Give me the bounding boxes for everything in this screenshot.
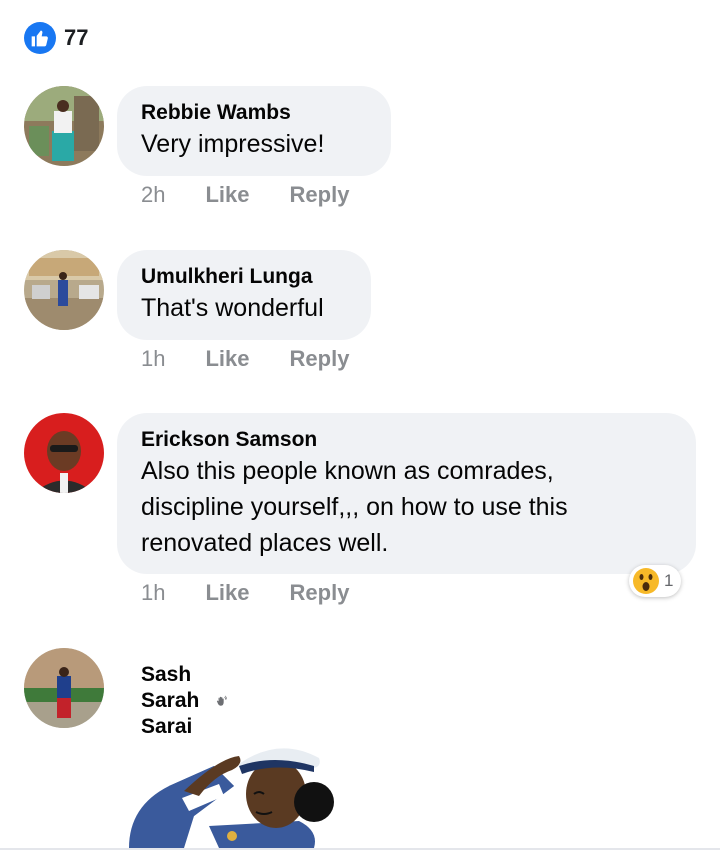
comment-bubble: Erickson Samson Also this people known a… [117,413,696,574]
avatar[interactable] [24,413,104,493]
comment-text: That's wonderful [141,294,324,322]
thumbs-up-icon [24,22,56,54]
waving-hand-icon [217,695,228,706]
comment-header: Sash Sarah Sarai [141,662,228,740]
comment-bubble: Rebbie Wambs Very impressive! [117,86,391,176]
like-button[interactable]: Like [205,346,249,372]
comment-text: Very impressive! [141,130,325,158]
reaction-summary[interactable]: 77 [24,22,88,54]
comment-time[interactable]: 1h [141,580,165,606]
saluting-sailor-sticker[interactable] [124,736,344,848]
comment-bubble: Umulkheri Lunga That's wonderful [117,250,371,340]
reply-button[interactable]: Reply [290,346,350,372]
comment-author[interactable]: Rebbie Wambs [141,100,367,126]
reaction-count: 1 [664,571,674,590]
reply-button[interactable]: Reply [290,580,350,606]
avatar[interactable] [24,648,104,728]
comment-author[interactable]: Sash Sarah Sarai [141,662,214,740]
comment-time[interactable]: 1h [141,346,165,372]
wow-emoji-icon [633,568,659,594]
comment-text-line: discipline yourself,,, on how to use thi… [141,493,568,521]
divider [0,848,720,850]
comment-author[interactable]: Umulkheri Lunga [141,264,347,290]
comment-actions: 1h Like Reply [141,346,389,372]
reaction-count: 77 [64,25,89,50]
comment-text-line: Also this people known as comrades, [141,457,554,485]
comment-author[interactable]: Erickson Samson [141,427,672,453]
like-button[interactable]: Like [205,182,249,208]
comment-time[interactable]: 2h [141,182,165,208]
comment-actions: 2h Like Reply [141,182,389,208]
reply-button[interactable]: Reply [290,182,350,208]
comment-text-line: renovated places well. [141,529,389,557]
avatar[interactable] [24,86,104,166]
reaction-badge[interactable]: 1 [629,565,682,597]
comment-actions: 1h Like Reply [141,580,389,606]
avatar[interactable] [24,250,104,330]
like-button[interactable]: Like [205,580,249,606]
